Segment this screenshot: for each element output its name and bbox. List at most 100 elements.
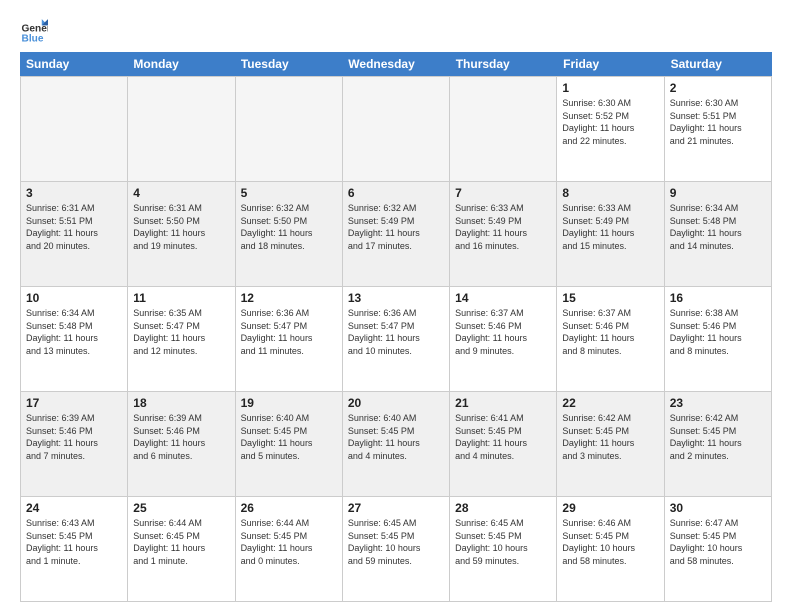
day-number: 4 [133, 186, 229, 200]
calendar-cell: 28Sunrise: 6:45 AM Sunset: 5:45 PM Dayli… [450, 497, 557, 601]
day-info: Sunrise: 6:47 AM Sunset: 5:45 PM Dayligh… [670, 517, 766, 567]
day-info: Sunrise: 6:41 AM Sunset: 5:45 PM Dayligh… [455, 412, 551, 462]
day-info: Sunrise: 6:33 AM Sunset: 5:49 PM Dayligh… [562, 202, 658, 252]
day-info: Sunrise: 6:34 AM Sunset: 5:48 PM Dayligh… [26, 307, 122, 357]
day-number: 14 [455, 291, 551, 305]
calendar-week-5: 24 Sunrise: 6:43 AM Sunset: 5:45 PM Dayli… [20, 496, 772, 602]
calendar-cell: 27 Sunrise: 6:45 AM Sunset: 5:45 PM Dayli… [343, 497, 450, 601]
calendar-cell: 11 Sunrise: 6:35 AM Sunset: 5:47 PM Dayli… [128, 287, 235, 391]
calendar-cell: 18 Sunrise: 6:39 AM Sunset: 5:46 PM Dayli… [128, 392, 235, 496]
day-number: 29 [562, 501, 658, 515]
day-number: 18 [133, 396, 229, 410]
calendar-cell: 6 Sunrise: 6:32 AM Sunset: 5:49 PM Daylig… [343, 182, 450, 286]
logo: General Blue [20, 16, 54, 44]
calendar-cell: 5 Sunrise: 6:32 AM Sunset: 5:50 PM Daylig… [236, 182, 343, 286]
weekday-header-tuesday: Tuesday [235, 52, 342, 76]
calendar-cell [450, 77, 557, 181]
day-number: 23 [670, 396, 766, 410]
day-number: 27 [348, 501, 444, 515]
day-number: 11 [133, 291, 229, 305]
day-number: 12 [241, 291, 337, 305]
day-info: Sunrise: 6:45 AM Sunset: 5:45 PM Dayligh… [455, 517, 551, 567]
calendar-cell [343, 77, 450, 181]
calendar-cell: 7 Sunrise: 6:33 AM Sunset: 5:49 PM Daylig… [450, 182, 557, 286]
calendar-cell: 26Sunrise: 6:44 AM Sunset: 5:45 PM Dayli… [236, 497, 343, 601]
calendar-cell: 3 Sunrise: 6:31 AM Sunset: 5:51 PM Daylig… [21, 182, 128, 286]
day-info: Sunrise: 6:30 AM Sunset: 5:51 PM Dayligh… [670, 97, 766, 147]
svg-text:Blue: Blue [22, 34, 44, 44]
day-info: Sunrise: 6:42 AM Sunset: 5:45 PM Dayligh… [670, 412, 766, 462]
day-info: Sunrise: 6:44 AM Sunset: 6:45 PM Dayligh… [133, 517, 229, 567]
day-number: 8 [562, 186, 658, 200]
logo-icon: General Blue [20, 16, 48, 44]
day-info: Sunrise: 6:37 AM Sunset: 5:46 PM Dayligh… [455, 307, 551, 357]
day-number: 19 [241, 396, 337, 410]
day-number: 2 [670, 81, 766, 95]
calendar-cell: 17Sunrise: 6:39 AM Sunset: 5:46 PM Dayli… [21, 392, 128, 496]
calendar-cell: 16Sunrise: 6:38 AM Sunset: 5:46 PM Dayli… [665, 287, 772, 391]
day-info: Sunrise: 6:44 AM Sunset: 5:45 PM Dayligh… [241, 517, 337, 567]
day-number: 9 [670, 186, 766, 200]
calendar-cell: 30 Sunrise: 6:47 AM Sunset: 5:45 PM Dayli… [665, 497, 772, 601]
day-info: Sunrise: 6:31 AM Sunset: 5:51 PM Dayligh… [26, 202, 122, 252]
day-info: Sunrise: 6:31 AM Sunset: 5:50 PM Dayligh… [133, 202, 229, 252]
day-info: Sunrise: 6:42 AM Sunset: 5:45 PM Dayligh… [562, 412, 658, 462]
weekday-header-thursday: Thursday [450, 52, 557, 76]
day-info: Sunrise: 6:32 AM Sunset: 5:50 PM Dayligh… [241, 202, 337, 252]
day-info: Sunrise: 6:30 AM Sunset: 5:52 PM Dayligh… [562, 97, 658, 147]
weekday-header-sunday: Sunday [20, 52, 127, 76]
calendar: SundayMondayTuesdayWednesdayThursdayFrid… [20, 52, 772, 602]
day-info: Sunrise: 6:34 AM Sunset: 5:48 PM Dayligh… [670, 202, 766, 252]
day-info: Sunrise: 6:40 AM Sunset: 5:45 PM Dayligh… [348, 412, 444, 462]
calendar-cell: 21 Sunrise: 6:41 AM Sunset: 5:45 PM Dayli… [450, 392, 557, 496]
calendar-week-4: 17Sunrise: 6:39 AM Sunset: 5:46 PM Dayli… [20, 391, 772, 496]
calendar-cell: 9 Sunrise: 6:34 AM Sunset: 5:48 PM Daylig… [665, 182, 772, 286]
day-info: Sunrise: 6:46 AM Sunset: 5:45 PM Dayligh… [562, 517, 658, 567]
calendar-week-2: 3 Sunrise: 6:31 AM Sunset: 5:51 PM Daylig… [20, 181, 772, 286]
calendar-cell: 29 Sunrise: 6:46 AM Sunset: 5:45 PM Dayli… [557, 497, 664, 601]
calendar-cell: 20 Sunrise: 6:40 AM Sunset: 5:45 PM Dayli… [343, 392, 450, 496]
day-number: 30 [670, 501, 766, 515]
calendar-cell [21, 77, 128, 181]
day-number: 1 [562, 81, 658, 95]
day-info: Sunrise: 6:36 AM Sunset: 5:47 PM Dayligh… [348, 307, 444, 357]
calendar-cell: 13 Sunrise: 6:36 AM Sunset: 5:47 PM Dayli… [343, 287, 450, 391]
day-number: 25 [133, 501, 229, 515]
calendar-cell: 12 Sunrise: 6:36 AM Sunset: 5:47 PM Dayli… [236, 287, 343, 391]
day-info: Sunrise: 6:43 AM Sunset: 5:45 PM Dayligh… [26, 517, 122, 567]
day-info: Sunrise: 6:35 AM Sunset: 5:47 PM Dayligh… [133, 307, 229, 357]
day-info: Sunrise: 6:36 AM Sunset: 5:47 PM Dayligh… [241, 307, 337, 357]
day-info: Sunrise: 6:32 AM Sunset: 5:49 PM Dayligh… [348, 202, 444, 252]
calendar-cell: 2 Sunrise: 6:30 AM Sunset: 5:51 PM Daylig… [665, 77, 772, 181]
calendar-cell: 19Sunrise: 6:40 AM Sunset: 5:45 PM Dayli… [236, 392, 343, 496]
day-number: 20 [348, 396, 444, 410]
day-number: 5 [241, 186, 337, 200]
weekday-header-saturday: Saturday [665, 52, 772, 76]
weekday-header-monday: Monday [127, 52, 234, 76]
calendar-cell: 23 Sunrise: 6:42 AM Sunset: 5:45 PM Dayli… [665, 392, 772, 496]
day-info: Sunrise: 6:39 AM Sunset: 5:46 PM Dayligh… [133, 412, 229, 462]
calendar-header: SundayMondayTuesdayWednesdayThursdayFrid… [20, 52, 772, 76]
day-info: Sunrise: 6:37 AM Sunset: 5:46 PM Dayligh… [562, 307, 658, 357]
calendar-week-3: 10 Sunrise: 6:34 AM Sunset: 5:48 PM Dayli… [20, 286, 772, 391]
day-number: 22 [562, 396, 658, 410]
day-number: 13 [348, 291, 444, 305]
calendar-cell: 25 Sunrise: 6:44 AM Sunset: 6:45 PM Dayli… [128, 497, 235, 601]
day-info: Sunrise: 6:45 AM Sunset: 5:45 PM Dayligh… [348, 517, 444, 567]
day-number: 6 [348, 186, 444, 200]
calendar-cell: 14 Sunrise: 6:37 AM Sunset: 5:46 PM Dayli… [450, 287, 557, 391]
day-number: 7 [455, 186, 551, 200]
calendar-cell: 1 Sunrise: 6:30 AM Sunset: 5:52 PM Daylig… [557, 77, 664, 181]
calendar-cell: 15 Sunrise: 6:37 AM Sunset: 5:46 PM Dayli… [557, 287, 664, 391]
day-number: 21 [455, 396, 551, 410]
day-number: 15 [562, 291, 658, 305]
day-number: 10 [26, 291, 122, 305]
calendar-week-1: 1 Sunrise: 6:30 AM Sunset: 5:52 PM Daylig… [20, 76, 772, 181]
day-number: 3 [26, 186, 122, 200]
calendar-cell: 4 Sunrise: 6:31 AM Sunset: 5:50 PM Daylig… [128, 182, 235, 286]
day-info: Sunrise: 6:38 AM Sunset: 5:46 PM Dayligh… [670, 307, 766, 357]
calendar-cell [236, 77, 343, 181]
calendar-cell: 22 Sunrise: 6:42 AM Sunset: 5:45 PM Dayli… [557, 392, 664, 496]
day-number: 24 [26, 501, 122, 515]
day-info: Sunrise: 6:33 AM Sunset: 5:49 PM Dayligh… [455, 202, 551, 252]
